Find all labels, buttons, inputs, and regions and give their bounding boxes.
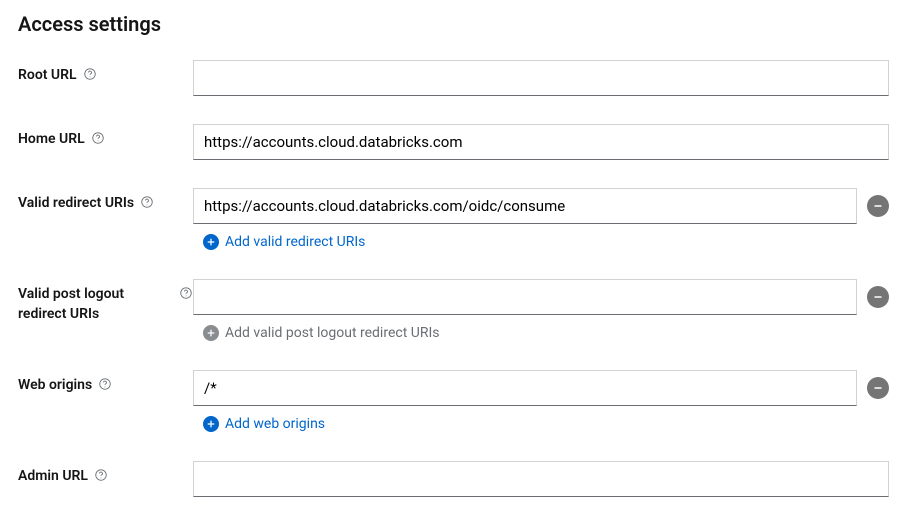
field-admin-url: Admin URL [18,461,889,497]
root-url-input[interactable] [193,60,889,96]
add-valid-redirect-uris-label: Add valid redirect URIs [225,234,365,250]
add-valid-post-logout-redirect-uris-button[interactable]: Add valid post logout redirect URIs [203,325,440,341]
help-icon[interactable] [140,195,154,209]
help-icon[interactable] [98,377,112,391]
valid-redirect-uri-input[interactable] [193,188,857,224]
field-home-url: Home URL [18,124,889,160]
add-web-origins-label: Add web origins [225,416,325,432]
remove-web-origin-button[interactable] [867,377,889,399]
web-origin-input[interactable] [193,370,857,406]
help-icon[interactable] [179,286,193,300]
plus-icon [203,325,219,341]
add-valid-post-logout-redirect-uris-label: Add valid post logout redirect URIs [225,325,440,341]
add-valid-redirect-uris-button[interactable]: Add valid redirect URIs [203,234,365,250]
field-web-origins: Web origins Add web origins [18,370,889,433]
plus-icon [203,234,219,250]
help-icon[interactable] [83,67,97,81]
admin-url-label: Admin URL [18,461,193,487]
remove-valid-redirect-uri-button[interactable] [867,195,889,217]
root-url-label: Root URL [18,60,193,86]
home-url-label: Home URL [18,124,193,150]
add-web-origins-button[interactable]: Add web origins [203,416,325,432]
admin-url-input[interactable] [193,461,889,497]
valid-redirect-uris-label: Valid redirect URIs [18,188,193,214]
field-valid-redirect-uris: Valid redirect URIs Add valid redirect U… [18,188,889,251]
home-url-input[interactable] [193,124,889,160]
valid-post-logout-redirect-uris-label: Valid post logout redirect URIs [18,279,193,324]
plus-icon [203,416,219,432]
valid-post-logout-redirect-uri-input[interactable] [193,279,857,315]
web-origins-label: Web origins [18,370,193,396]
section-title: Access settings [18,12,889,36]
remove-valid-post-logout-redirect-uri-button[interactable] [867,286,889,308]
help-icon[interactable] [94,468,108,482]
field-valid-post-logout-redirect-uris: Valid post logout redirect URIs Add vali… [18,279,889,342]
field-root-url: Root URL [18,60,889,96]
help-icon[interactable] [91,131,105,145]
